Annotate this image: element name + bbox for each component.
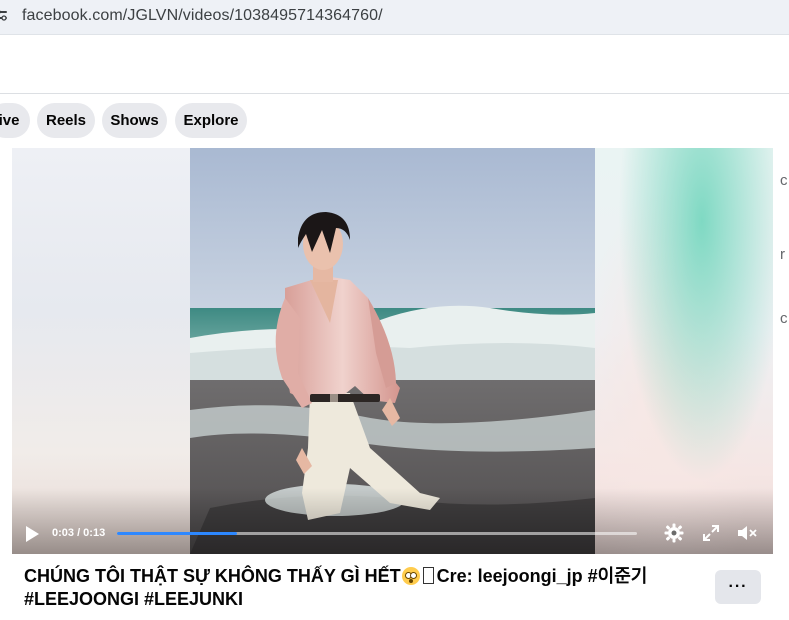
- progress-fill: [117, 532, 237, 535]
- more-options-label: ···: [728, 578, 748, 595]
- gear-icon[interactable]: [664, 523, 684, 543]
- side-edge-glyph: c: [780, 310, 788, 327]
- fullscreen-icon[interactable]: [702, 524, 720, 542]
- tab-reels-label: Reels: [45, 112, 87, 129]
- time-display: 0:03 / 0:13: [52, 527, 106, 539]
- side-edge-glyph: r: [780, 246, 785, 263]
- tab-shows[interactable]: Shows: [102, 103, 167, 138]
- more-options-button[interactable]: ···: [715, 570, 761, 604]
- caption-hashtags: #LEEJOONGI #LEEJUNKI: [24, 589, 244, 609]
- tab-live-label: ive: [0, 112, 20, 129]
- side-edge-glyph: c: [780, 172, 788, 189]
- facebook-header: [0, 35, 789, 94]
- tab-live[interactable]: ive: [0, 103, 30, 138]
- site-settings-icon[interactable]: [0, 8, 8, 22]
- volume-muted-icon[interactable]: [736, 523, 758, 543]
- caption-text-part1: CHÚNG TÔI THẬT SỰ KHÔNG THẤY GÌ HẾT: [24, 566, 401, 586]
- caption-text-part2: Cre: leejoongi_jp #이준기: [436, 566, 648, 586]
- tab-reels[interactable]: Reels: [37, 103, 95, 138]
- post-caption: CHÚNG TÔI THẬT SỰ KHÔNG THẤY GÌ HẾT Cre: …: [24, 565, 704, 611]
- video-controls: 0:03 / 0:13: [12, 488, 773, 554]
- controls-shade: [12, 488, 773, 554]
- tab-explore[interactable]: Explore: [175, 103, 247, 138]
- progress-bar[interactable]: [117, 532, 637, 535]
- tab-explore-label: Explore: [183, 112, 239, 129]
- play-icon[interactable]: [24, 525, 40, 543]
- missing-glyph-icon: [422, 567, 434, 584]
- browser-address-bar[interactable]: facebook.com/JGLVN/videos/10384957143647…: [0, 0, 789, 35]
- video-tabs-row: ive Reels Shows Explore: [0, 94, 789, 148]
- url-text[interactable]: facebook.com/JGLVN/videos/10384957143647…: [22, 7, 383, 25]
- flushed-face-icon: [401, 567, 420, 585]
- tab-shows-label: Shows: [110, 112, 159, 129]
